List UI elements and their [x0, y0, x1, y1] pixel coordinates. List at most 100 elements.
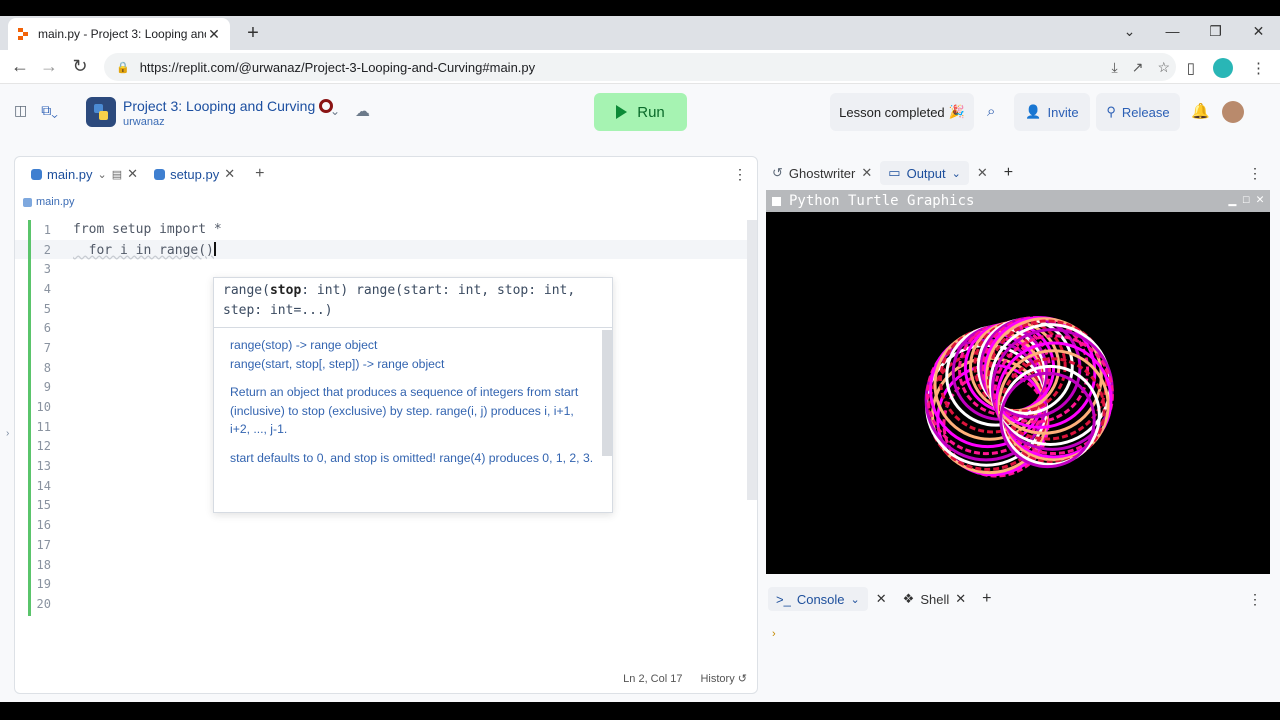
python-project-icon[interactable]	[86, 97, 116, 127]
console-output[interactable]: ›	[764, 616, 1272, 652]
browser-menu-icon[interactable]: ⋮	[1251, 59, 1266, 77]
code-line[interactable]: 19	[15, 574, 757, 594]
sidepanel-icon[interactable]: ▯	[1187, 59, 1195, 77]
popup-scrollbar[interactable]	[602, 330, 612, 456]
back-icon[interactable]: ←	[9, 56, 31, 77]
add-tab-button[interactable]: +	[243, 165, 276, 183]
code-line[interactable]: 16	[15, 515, 757, 535]
close-tab-icon[interactable]: ✕	[224, 166, 235, 182]
tab-console[interactable]: >_ Console ⌄	[768, 587, 868, 611]
profile-avatar[interactable]	[1213, 58, 1233, 78]
close-tab-icon[interactable]: ✕	[127, 166, 138, 182]
editor-tabs: main.py ⌄ ▤ ✕ setup.py ✕ + ⋮	[15, 157, 757, 191]
minimize-button[interactable]: ▁	[1229, 192, 1237, 207]
chevron-down-icon[interactable]: ⌄	[330, 104, 340, 118]
line-number: 4	[43, 281, 51, 296]
more-options-icon[interactable]: ⋮	[1248, 165, 1262, 182]
line-number: 9	[43, 380, 51, 395]
notifications-icon[interactable]: 🔔	[1191, 102, 1210, 120]
output-pane: ↺ Ghostwriter ✕ ▭ Output ⌄ ✕ + ⋮ Python …	[764, 156, 1272, 576]
invite-button[interactable]: 👤 Invite	[1014, 93, 1090, 131]
tab-shell[interactable]: ❖ Shell ✕	[895, 582, 974, 616]
play-icon	[616, 105, 628, 119]
breadcrumb-file[interactable]: main.py	[36, 196, 75, 208]
close-tab-icon[interactable]: ✕	[977, 165, 988, 181]
lesson-completed-button[interactable]: Lesson completed 🎉	[830, 93, 974, 131]
close-window-button[interactable]: ✕	[1256, 192, 1264, 207]
url-text: https://replit.com/@urwanaz/Project-3-Lo…	[139, 59, 536, 75]
line-number: 15	[36, 498, 51, 513]
close-tab-icon[interactable]: ✕	[876, 591, 887, 607]
close-window-button[interactable]: ✕	[1237, 16, 1280, 46]
replit-logo-icon[interactable]: ⧉⌄	[41, 102, 58, 119]
tab-output[interactable]: ▭ Output ⌄	[880, 161, 969, 185]
sidebar-toggle-icon[interactable]: ◫	[14, 102, 27, 119]
history-button[interactable]: History ↺	[700, 672, 747, 685]
tab-label: main.py	[47, 166, 93, 182]
line-number: 8	[43, 360, 51, 375]
restore-button[interactable]: ❐	[1194, 16, 1237, 46]
code-line[interactable]: 17	[15, 535, 757, 555]
file-menu-icon[interactable]: ▤	[112, 168, 122, 181]
close-tab-icon[interactable]: ✕	[206, 26, 222, 43]
line-number: 12	[36, 439, 51, 454]
share-icon[interactable]: ↗	[1132, 59, 1144, 76]
minimize-button[interactable]: —	[1151, 16, 1194, 46]
tab-setup-py[interactable]: setup.py ✕	[146, 157, 243, 191]
tab-main-py[interactable]: main.py ⌄ ▤ ✕	[23, 157, 146, 191]
reload-icon[interactable]: ↻	[69, 56, 91, 77]
tab-ghostwriter[interactable]: ↺ Ghostwriter ✕	[764, 156, 880, 190]
close-tab-icon[interactable]: ✕	[955, 591, 966, 607]
user-avatar[interactable]	[1222, 101, 1244, 123]
autocomplete-popup: range(stop: int) range(start: int, stop:…	[213, 277, 613, 513]
add-tab-button[interactable]: +	[996, 156, 1021, 190]
install-icon[interactable]: ⤓	[1112, 59, 1118, 76]
code-line[interactable]: 1 from setup import *	[15, 220, 757, 240]
chevron-down-icon[interactable]: ⌄	[851, 593, 860, 606]
line-number: 2	[43, 242, 51, 257]
close-console-tab[interactable]: ✕	[868, 582, 895, 616]
project-owner[interactable]: urwanaz	[123, 116, 165, 128]
tab-label: Ghostwriter	[788, 165, 856, 181]
add-tab-button[interactable]: +	[974, 582, 999, 616]
window-controls: ⌄ — ❐ ✕	[1108, 16, 1280, 50]
more-options-icon[interactable]: ⋮	[1248, 591, 1262, 608]
search-icon[interactable]: ⌕	[987, 103, 995, 120]
close-output-tab[interactable]: ✕	[969, 156, 996, 190]
breadcrumb: main.py	[15, 191, 757, 213]
line-number: 6	[43, 321, 51, 336]
replit-header: ◫ ⧉⌄ Project 3: Looping and Curving urwa…	[0, 84, 1280, 138]
cursor-position[interactable]: Ln 2, Col 17	[623, 673, 682, 685]
maximize-button[interactable]: ☐	[1242, 192, 1250, 207]
bookmark-star-icon[interactable]: ☆	[1157, 59, 1170, 76]
console-prompt: ›	[772, 628, 776, 640]
more-options-icon[interactable]: ⋮	[733, 166, 747, 183]
editor-scrollbar[interactable]	[747, 220, 757, 500]
tab-label: Console	[796, 591, 845, 607]
run-button[interactable]: Run	[594, 93, 687, 131]
code-line[interactable]: 20	[15, 594, 757, 614]
chevron-down-icon[interactable]: ⌄	[952, 167, 961, 180]
chevron-down-icon[interactable]: ⌄	[98, 168, 107, 181]
line-number: 19	[36, 577, 51, 592]
window-icon	[772, 196, 781, 206]
address-bar[interactable]: 🔒 https://replit.com/@urwanaz/Project-3-…	[104, 53, 1176, 81]
documentation-text: range(stop) -> range object range(start, …	[214, 328, 612, 495]
forward-icon[interactable]: →	[38, 56, 60, 77]
output-tabs: ↺ Ghostwriter ✕ ▭ Output ⌄ ✕ + ⋮	[764, 156, 1272, 190]
history-icon: ↺	[737, 673, 747, 685]
signature-help: range(stop: int) range(start: int, stop:…	[214, 278, 612, 328]
new-tab-button[interactable]: +	[242, 22, 264, 45]
turtle-window-titlebar: Python Turtle Graphics ▁ ☐ ✕	[766, 190, 1270, 212]
browser-tab[interactable]: main.py - Project 3: Looping and ✕	[8, 18, 230, 50]
project-title[interactable]: Project 3: Looping and Curving	[123, 98, 334, 114]
browser-window: main.py - Project 3: Looping and ✕ + ⌄ —…	[0, 16, 1280, 702]
code-line[interactable]: 18	[15, 555, 757, 575]
browser-toolbar: ← → ↻ 🔒 https://replit.com/@urwanaz/Proj…	[0, 50, 1280, 84]
chevron-down-icon[interactable]: ⌄	[1108, 16, 1151, 46]
release-button[interactable]: ⚲ Release	[1096, 93, 1180, 131]
code-line-active[interactable]: 2 for i in range()	[15, 239, 757, 260]
turtle-canvas[interactable]	[766, 212, 1270, 572]
close-tab-icon[interactable]: ✕	[861, 165, 872, 181]
collapse-left-icon[interactable]: ›	[6, 428, 9, 439]
